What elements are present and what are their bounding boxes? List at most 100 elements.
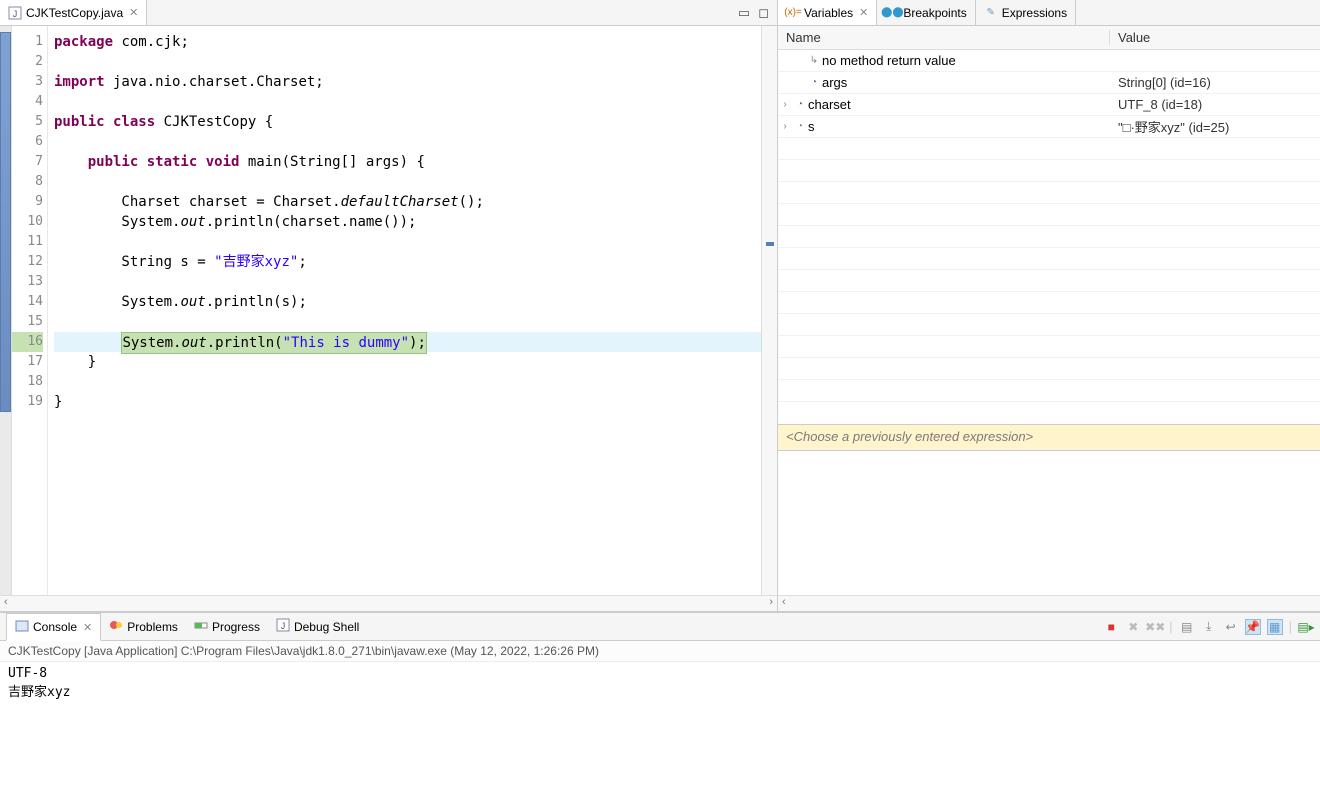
code-line[interactable]: package com.cjk; [54,32,761,52]
code-line[interactable]: import java.nio.charset.Charset; [54,72,761,92]
code-line[interactable]: } [54,392,761,412]
line-number[interactable]: 17 [12,352,43,372]
editor-tab-cjktestcopy[interactable]: J CJKTestCopy.java ✕ [0,0,147,25]
word-wrap-icon[interactable]: ↩ [1223,619,1239,635]
variable-row-empty [778,358,1320,380]
remove-all-icon[interactable]: ✖✖ [1147,619,1163,635]
line-number[interactable]: 6 [12,132,43,152]
variable-row-empty [778,160,1320,182]
variables-hscroll[interactable]: ‹ [778,595,1320,611]
tab-problems[interactable]: Problems [101,613,186,640]
close-icon[interactable]: ✕ [129,6,138,19]
console-output[interactable]: UTF-8 吉野家xyz [0,662,1320,812]
code-line[interactable] [54,232,761,252]
variable-name: s [808,119,815,134]
line-number[interactable]: 7 [12,152,43,172]
code-area[interactable]: package com.cjk; import java.nio.charset… [48,26,761,595]
scroll-right-icon[interactable]: › [769,596,773,608]
line-number[interactable]: 10 [12,212,43,232]
header-name[interactable]: Name [778,30,1110,45]
line-number[interactable]: 9 [12,192,43,212]
line-number[interactable]: 13 [12,272,43,292]
expander-icon[interactable]: › [778,99,792,110]
line-number[interactable]: 12 [12,252,43,272]
tab-breakpoints[interactable]: ⬤⬤ Breakpoints [877,0,975,25]
line-number[interactable]: 1 [12,32,43,52]
variables-header[interactable]: Name Value [778,26,1320,50]
remove-launch-icon[interactable]: ✖ [1125,619,1141,635]
line-number[interactable]: 4 [12,92,43,112]
code-line[interactable]: String s = "吉野家xyz"; [54,252,761,272]
scroll-lock-icon[interactable]: ⤓ [1201,619,1217,635]
close-icon[interactable]: ✕ [859,6,868,19]
line-number[interactable]: 8 [12,172,43,192]
variable-details[interactable] [778,450,1320,595]
tab-expressions[interactable]: ✎ Expressions [976,0,1076,25]
variables-rows[interactable]: ↳ no method return value◔ argsString[0] … [778,50,1320,424]
line-number[interactable]: 14 [12,292,43,312]
java-file-icon: J [8,6,22,20]
code-line[interactable] [54,52,761,72]
variable-row[interactable]: ◔ argsString[0] (id=16) [778,72,1320,94]
code-line[interactable]: System.out.println(charset.name()); [54,212,761,232]
code-line[interactable] [54,372,761,392]
variable-value: UTF_8 (id=18) [1110,97,1320,112]
code-line[interactable] [54,132,761,152]
maximize-icon[interactable]: ◻ [758,5,769,21]
variable-row-empty [778,270,1320,292]
editor-body[interactable]: 12345678910111213141516171819 package co… [0,26,777,595]
tab-variables-label: Variables [804,6,853,20]
code-line[interactable]: } [54,352,761,372]
line-number[interactable]: 3 [12,72,43,92]
line-number[interactable]: 11 [12,232,43,252]
close-icon[interactable]: ✕ [83,621,92,634]
editor-hscroll[interactable]: ‹ › [0,595,777,611]
line-number[interactable]: 19 [12,392,43,412]
code-line[interactable]: public static void main(String[] args) { [54,152,761,172]
clear-console-icon[interactable]: ▤ [1179,619,1195,635]
terminate-icon[interactable]: ■ [1103,619,1119,635]
code-line[interactable]: public class CJKTestCopy { [54,112,761,132]
code-line[interactable] [54,312,761,332]
variable-row-empty [778,336,1320,358]
pin-console-icon[interactable]: 📌 [1245,619,1261,635]
variable-name: charset [808,97,851,112]
expression-input[interactable]: <Choose a previously entered expression> [778,424,1320,450]
tab-expressions-label: Expressions [1002,6,1067,20]
tab-variables[interactable]: (x)= Variables ✕ [778,0,877,25]
tab-console-label: Console [33,620,77,634]
tab-debug-shell[interactable]: J Debug Shell [268,613,367,640]
line-number[interactable]: 15 [12,312,43,332]
display-selected-icon[interactable]: ▦ [1267,619,1283,635]
tab-progress[interactable]: Progress [186,613,268,640]
minimize-icon[interactable]: ▭ [738,5,750,21]
line-number-gutter[interactable]: 12345678910111213141516171819 [12,26,48,595]
editor-tab-label: CJKTestCopy.java [26,6,123,20]
editor-window-controls: ▭ ◻ [730,0,777,25]
line-number[interactable]: 16 [12,332,43,352]
scroll-left-icon[interactable]: ‹ [782,596,786,608]
line-number[interactable]: 2 [12,52,43,72]
variable-row[interactable]: ›◔ charset UTF_8 (id=18) [778,94,1320,116]
overview-ruler[interactable] [761,26,777,595]
scroll-left-icon[interactable]: ‹ [4,596,8,608]
header-value[interactable]: Value [1110,30,1320,45]
line-number[interactable]: 5 [12,112,43,132]
problems-icon [109,618,123,635]
variable-row-empty [778,182,1320,204]
open-console-icon[interactable]: ▤▸ [1298,619,1314,635]
code-line[interactable]: System.out.println("This is dummy"); [54,332,761,352]
code-line[interactable]: Charset charset = Charset.defaultCharset… [54,192,761,212]
variable-row[interactable]: ↳ no method return value [778,50,1320,72]
tab-console[interactable]: Console ✕ [6,613,101,641]
svg-text:J: J [281,621,286,631]
variable-icon: ◔ [792,99,808,110]
code-line[interactable] [54,92,761,112]
variable-row[interactable]: ›◔ s"□·野家xyz" (id=25) [778,116,1320,138]
line-number[interactable]: 18 [12,372,43,392]
right-tab-bar: (x)= Variables ✕ ⬤⬤ Breakpoints ✎ Expres… [778,0,1320,26]
code-line[interactable]: System.out.println(s); [54,292,761,312]
code-line[interactable] [54,272,761,292]
expander-icon[interactable]: › [778,121,792,132]
code-line[interactable] [54,172,761,192]
